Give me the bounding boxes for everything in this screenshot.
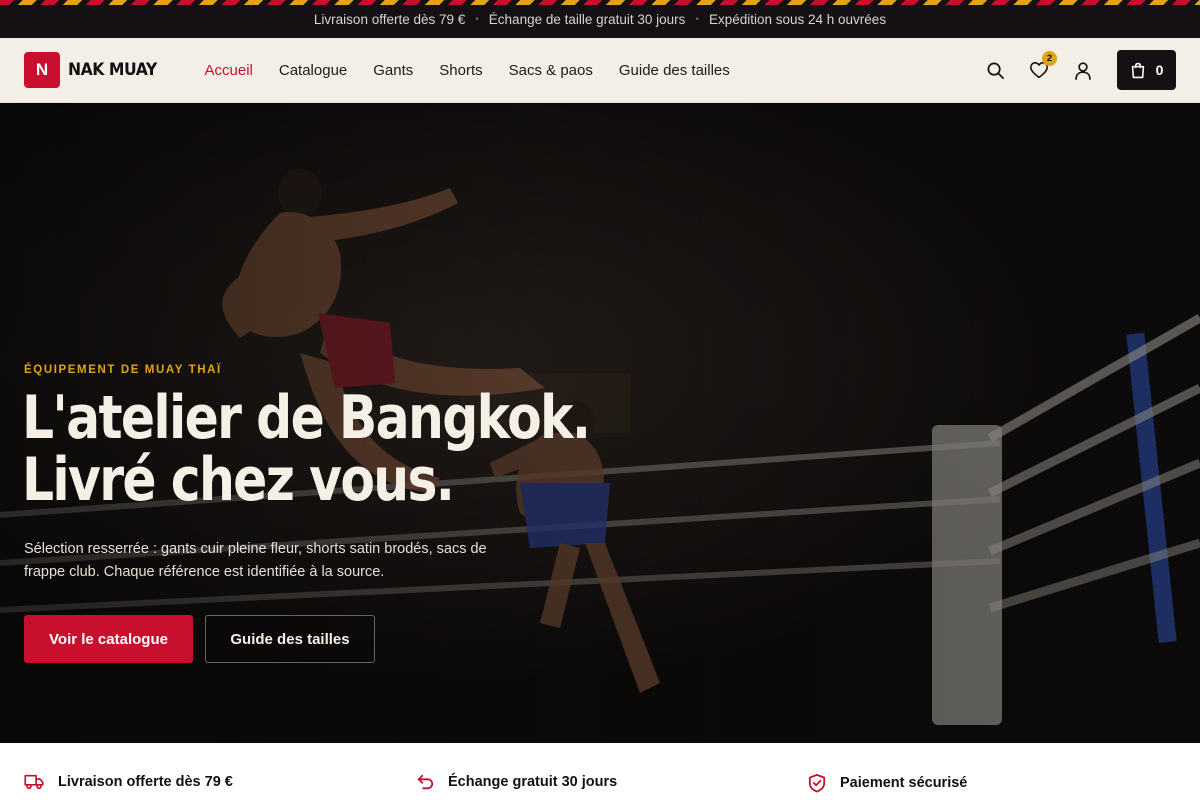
benefit-shipping: Livraison offerte dès 79 € [24, 773, 233, 790]
benefit-exchange-label: Échange gratuit 30 jours [448, 774, 618, 790]
benefit-shipping-label: Livraison offerte dès 79 € [58, 773, 233, 790]
hero-title-line-2: Livré chez vous. [22, 445, 455, 515]
hero-section: ÉQUIPEMENT DE MUAY THAÏ L'atelier de Ban… [0, 103, 1200, 743]
return-icon [417, 774, 434, 790]
cart-count: 0 [1155, 62, 1164, 78]
benefit-payment-label: Paiement sécurisé [840, 775, 968, 791]
wishlist-count-badge: 2 [1042, 51, 1057, 66]
truck-icon [24, 774, 44, 790]
hero-title: L'atelier de Bangkok. Livré chez vous. [22, 387, 610, 511]
header-actions: 2 0 [985, 50, 1176, 90]
announcement-separator: • [695, 13, 699, 25]
nav-item-sacs-paos[interactable]: Sacs & paos [509, 62, 593, 79]
view-catalogue-button[interactable]: Voir le catalogue [24, 615, 193, 663]
announcement-shipping: Livraison offerte dès 79 € [313, 11, 466, 27]
site-header: N NAK MUAY Accueil Catalogue Gants Short… [0, 38, 1200, 103]
hero-description: Sélection resserrée : gants cuir pleine … [24, 541, 487, 580]
benefits-strip: Livraison offerte dès 79 € Échange gratu… [0, 743, 1200, 800]
nav-item-accueil[interactable]: Accueil [205, 62, 253, 79]
logo[interactable]: N NAK MUAY [24, 52, 165, 88]
shield-check-icon [808, 774, 826, 793]
user-icon[interactable] [1073, 60, 1093, 80]
logo-mark: N [24, 52, 60, 88]
nav-item-guide-tailles[interactable]: Guide des tailles [619, 62, 730, 79]
hero-eyebrow: ÉQUIPEMENT DE MUAY THAÏ [24, 364, 222, 376]
bag-icon [1131, 62, 1144, 78]
nav-item-catalogue[interactable]: Catalogue [279, 62, 347, 79]
nav-item-shorts[interactable]: Shorts [439, 62, 482, 79]
wishlist-button[interactable]: 2 [1029, 51, 1057, 80]
size-guide-button[interactable]: Guide des tailles [205, 615, 375, 663]
search-icon[interactable] [985, 60, 1005, 80]
announcement-bar: Livraison offerte dès 79 € • Échange de … [0, 0, 1200, 38]
main-nav: Accueil Catalogue Gants Shorts Sacs & pa… [205, 62, 730, 79]
benefit-payment: Paiement sécurisé [808, 773, 967, 793]
benefit-exchange: Échange gratuit 30 jours [416, 773, 617, 791]
cart-button[interactable]: 0 [1117, 50, 1176, 90]
nav-item-gants[interactable]: Gants [373, 62, 413, 79]
announcement-separator: • [475, 13, 479, 25]
hero-title-line-1: L'atelier de Bangkok. [22, 383, 591, 453]
logo-text: NAK MUAY [68, 60, 157, 80]
announcement-dispatch: Expédition sous 24 h ouvrées [708, 11, 887, 27]
announcement-exchange: Échange de taille gratuit 30 jours [488, 11, 686, 27]
